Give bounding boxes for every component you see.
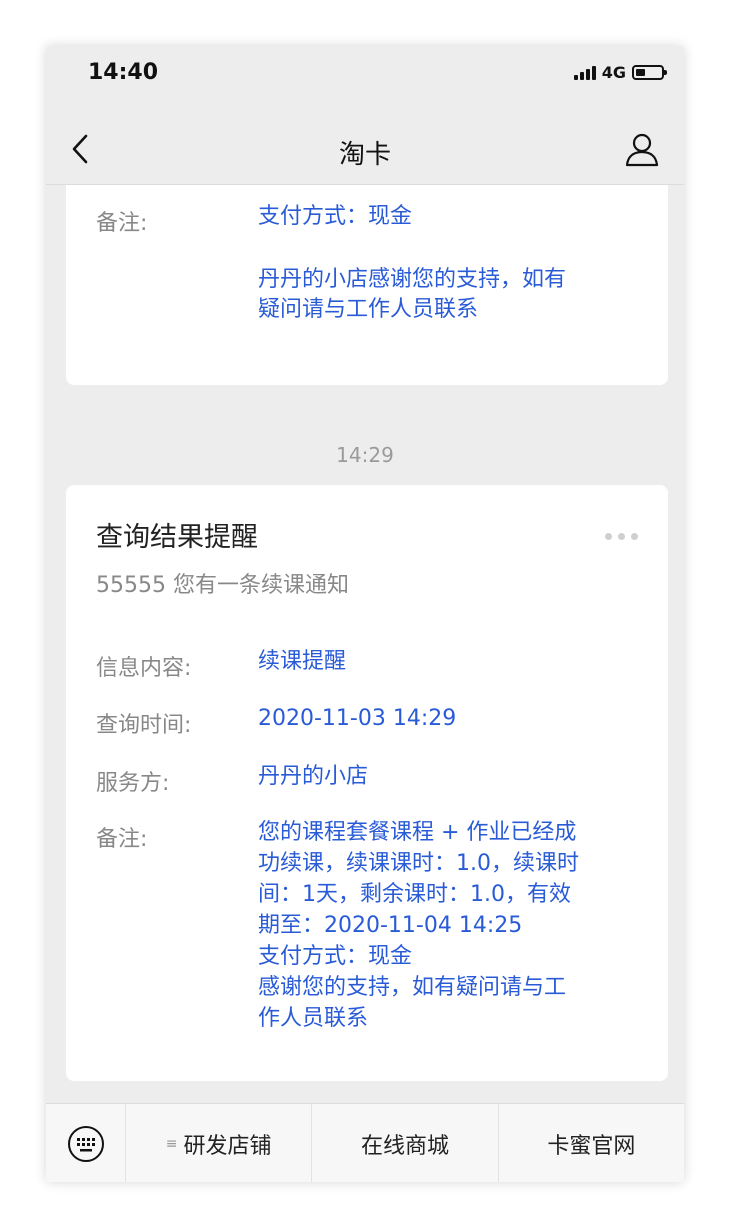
card-title: 查询结果提醒 xyxy=(96,522,258,553)
bottom-menu: ≡ 研发店铺 在线商城 卡蜜官网 xyxy=(46,1103,684,1182)
remark-line: 支付方式：现金 xyxy=(258,944,413,969)
field-label-provider: 服务方: xyxy=(96,771,170,796)
dot-icon xyxy=(605,533,612,540)
phone-screen: 14:40 4G 淘卡 备注: 支付方式：现金 丹丹的小店感谢您的支持，如有 疑… xyxy=(46,46,684,1182)
previous-message-card: 备注: 支付方式：现金 丹丹的小店感谢您的支持，如有 疑问请与工作人员联系 xyxy=(66,185,668,385)
signal-icon xyxy=(573,65,596,80)
field-value-query-time: 2020-11-03 14:29 xyxy=(258,706,457,731)
remark-line: 作人员联系 xyxy=(258,1006,369,1031)
remark-line: 间：1天，剩余课时：1.0，有效 xyxy=(258,882,571,907)
battery-icon xyxy=(632,65,667,80)
status-indicators: 4G xyxy=(573,63,667,82)
remark-line: 期至：2020-11-04 14:25 xyxy=(258,913,523,938)
field-label-content: 信息内容: xyxy=(96,656,192,681)
keyboard-icon xyxy=(67,1125,104,1162)
field-label-query-time: 查询时间: xyxy=(96,713,192,738)
submenu-icon: ≡ xyxy=(165,1135,178,1152)
query-result-card[interactable]: 查询结果提醒 55555 您有一条续课通知 信息内容: 续课提醒 查询时间: 2… xyxy=(66,485,668,1081)
remark-thanks-line1: 丹丹的小店感谢您的支持，如有 xyxy=(258,267,567,292)
remark-line: 感谢您的支持，如有疑问请与工 xyxy=(258,975,567,1000)
remark-thanks-line2: 疑问请与工作人员联系 xyxy=(258,297,479,322)
menu-item-online-mall[interactable]: 在线商城 xyxy=(312,1104,499,1182)
menu-item-label: 研发店铺 xyxy=(183,1133,272,1159)
user-icon xyxy=(625,133,659,167)
field-value-content: 续课提醒 xyxy=(258,649,347,674)
remark-line: 功续课，续课课时：1.0，续课时 xyxy=(258,851,579,876)
keyboard-toggle-button[interactable] xyxy=(46,1104,126,1182)
field-value-provider: 丹丹的小店 xyxy=(258,764,369,789)
status-bar: 14:40 4G xyxy=(46,46,684,104)
menu-item-label: 卡蜜官网 xyxy=(547,1133,636,1159)
remark-label: 备注: xyxy=(96,827,148,852)
dot-icon xyxy=(631,533,638,540)
remark-line: 您的课程套餐课程 + 作业已经成 xyxy=(258,820,577,845)
message-timestamp: 14:29 xyxy=(336,443,394,467)
message-list[interactable]: 备注: 支付方式：现金 丹丹的小店感谢您的支持，如有 疑问请与工作人员联系 14… xyxy=(46,185,684,1103)
card-subtitle: 55555 您有一条续课通知 xyxy=(96,573,349,598)
dot-icon xyxy=(618,533,625,540)
menu-item-dev-store[interactable]: ≡ 研发店铺 xyxy=(126,1104,313,1182)
remark-payment: 支付方式：现金 xyxy=(258,204,413,229)
more-options-button[interactable] xyxy=(605,533,638,540)
remark-label: 备注: xyxy=(96,211,148,236)
menu-item-label: 在线商城 xyxy=(360,1133,449,1159)
page-title: 淘卡 xyxy=(338,140,391,170)
profile-button[interactable] xyxy=(622,130,662,170)
status-time: 14:40 xyxy=(88,60,159,85)
nav-bar: 淘卡 xyxy=(46,114,684,185)
menu-item-official-site[interactable]: 卡蜜官网 xyxy=(499,1104,684,1182)
network-type: 4G xyxy=(601,63,626,82)
